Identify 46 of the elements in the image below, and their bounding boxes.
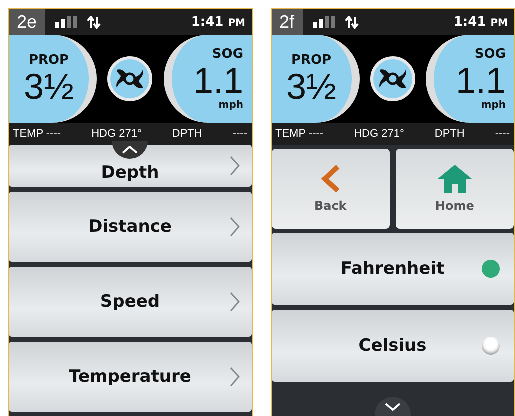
radio-button[interactable] bbox=[482, 337, 500, 355]
figure-label: 2e bbox=[9, 9, 46, 35]
chevron-right-icon bbox=[230, 217, 240, 237]
info-reading: DPTH bbox=[434, 128, 465, 140]
gauge-label: PROP bbox=[291, 52, 332, 68]
menu-item[interactable]: Speed bbox=[9, 267, 252, 337]
chevron-right-icon bbox=[230, 156, 240, 176]
gauge-label: SOG bbox=[474, 47, 506, 62]
info-reading: ---- bbox=[495, 128, 510, 140]
clock: 1:41 PM bbox=[191, 14, 246, 30]
info-reading: TEMP ---- bbox=[276, 128, 324, 140]
info-reading: HDG 271° bbox=[354, 128, 404, 140]
menu-item[interactable]: Distance bbox=[9, 192, 252, 262]
chevron-down-icon bbox=[384, 403, 401, 411]
gauge-value: 1.1 bbox=[456, 62, 506, 100]
option-item[interactable]: Fahrenheit bbox=[272, 233, 514, 305]
info-reading: HDG 271° bbox=[92, 128, 142, 140]
gauge-unit: mph bbox=[218, 100, 244, 111]
info-reading: DPTH bbox=[172, 128, 202, 140]
signal-icon bbox=[55, 16, 78, 28]
info-reading: TEMP ---- bbox=[13, 128, 62, 140]
propeller-icon bbox=[107, 56, 154, 102]
gauge-label: SOG bbox=[212, 47, 244, 62]
chevron-up-icon bbox=[122, 146, 138, 154]
clock: 1:41 PM bbox=[454, 14, 508, 30]
chevron-right-icon bbox=[230, 292, 240, 312]
propeller-icon bbox=[370, 56, 416, 102]
back-button[interactable]: Back bbox=[272, 149, 390, 229]
gauge-unit: mph bbox=[481, 100, 506, 111]
figure-label: 2f bbox=[272, 9, 303, 35]
radio-button[interactable] bbox=[482, 260, 500, 278]
home-button[interactable]: Home bbox=[396, 149, 514, 229]
signal-icon bbox=[312, 16, 335, 28]
option-item[interactable]: Celsius bbox=[272, 310, 514, 382]
gauge-label: PROP bbox=[28, 52, 70, 68]
gauge-value: 3½ bbox=[24, 68, 74, 106]
house-icon bbox=[438, 165, 472, 193]
gauge-value: 3½ bbox=[286, 68, 337, 106]
menu-item[interactable]: Temperature bbox=[9, 342, 252, 412]
chevron-right-icon bbox=[230, 367, 240, 387]
info-reading: ---- bbox=[232, 128, 248, 140]
menu-item[interactable]: Depth bbox=[9, 145, 252, 187]
data-transfer-icon bbox=[87, 16, 102, 28]
scroll-down-button[interactable] bbox=[374, 397, 411, 416]
data-transfer-icon bbox=[344, 16, 359, 28]
gauge-value: 1.1 bbox=[193, 62, 244, 100]
